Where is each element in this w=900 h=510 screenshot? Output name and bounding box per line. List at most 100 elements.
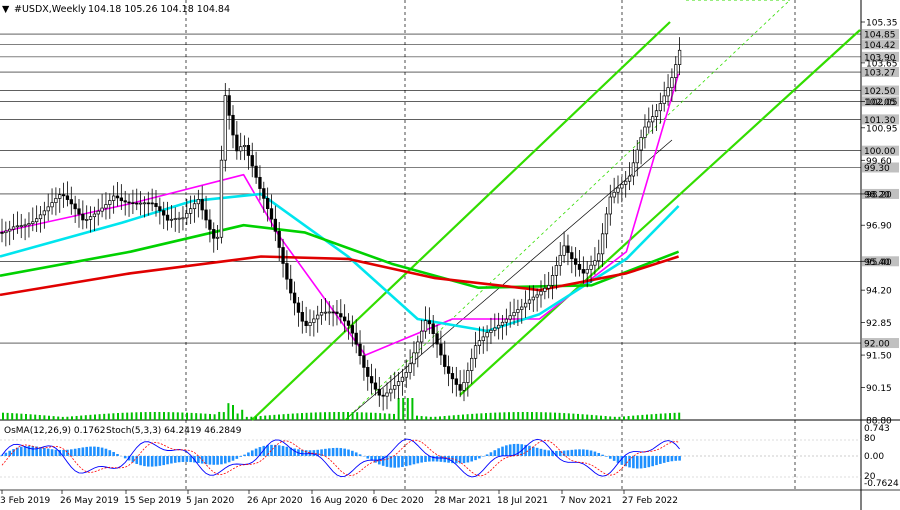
candle-body <box>369 376 374 384</box>
candle-body <box>466 370 470 383</box>
osma-bar <box>354 452 358 456</box>
osma-bar <box>70 449 73 456</box>
candle-body <box>327 311 331 314</box>
candle-body <box>281 247 285 264</box>
candle-body <box>96 210 100 215</box>
osma-bar <box>351 450 354 456</box>
candle-body <box>439 343 443 356</box>
osma-bar <box>327 448 331 456</box>
osma-bar <box>632 456 635 469</box>
osma-bar <box>281 445 285 456</box>
osma-bar <box>547 450 550 456</box>
osma-bar <box>366 456 370 459</box>
candle-body <box>585 269 589 274</box>
osma-bar <box>31 446 35 456</box>
candle-body <box>196 199 201 205</box>
candle-body <box>92 213 97 218</box>
candle-body <box>612 191 616 198</box>
candle-body <box>597 253 601 262</box>
candle-body <box>350 325 354 334</box>
osma-bar <box>239 456 242 457</box>
osma-bar <box>277 445 281 456</box>
osma-bar <box>96 446 100 456</box>
candle-body <box>127 201 131 204</box>
candle-body <box>111 195 116 201</box>
candle-body <box>450 373 455 380</box>
candle-body <box>635 149 639 164</box>
candle-body <box>573 258 578 265</box>
osma-bar <box>181 456 185 462</box>
candle-body <box>189 208 193 214</box>
candle-body <box>239 146 243 152</box>
osma-bar <box>208 456 212 465</box>
stoch-level-80: 80 <box>864 434 876 444</box>
candle-body <box>292 292 297 304</box>
osma-bar <box>73 448 77 456</box>
candle-body <box>335 311 339 314</box>
collapse-arrow-icon[interactable]: ▼ <box>2 4 10 15</box>
osma-bar <box>647 456 651 468</box>
candle-body <box>142 202 147 205</box>
candle-body <box>577 264 582 270</box>
osma-bar <box>585 449 589 456</box>
candle-body <box>446 366 451 374</box>
osma-bar <box>254 448 258 456</box>
price-tick-label: 100.95 <box>866 124 898 134</box>
candle-body <box>589 264 593 270</box>
candle-body <box>620 183 624 189</box>
candle-body <box>454 378 458 385</box>
candle-body <box>185 213 189 219</box>
candle-body <box>0 232 4 234</box>
candle-body <box>339 313 343 318</box>
osma-bar <box>250 450 254 456</box>
candle-body <box>431 323 435 335</box>
candle-body <box>169 218 174 221</box>
osma-bar <box>408 456 412 466</box>
candle-body <box>27 223 31 226</box>
candle-body <box>362 355 366 368</box>
time-label: 16 Aug 2020 <box>310 496 368 506</box>
price-level-label: 104.42 <box>864 41 896 51</box>
candle-body <box>373 382 378 390</box>
osma-bar <box>4 452 8 456</box>
osma-bar <box>651 456 654 467</box>
osma-bar <box>50 449 54 456</box>
candle-body <box>677 49 682 65</box>
osma-bar <box>220 456 223 465</box>
osma-bar <box>458 456 462 464</box>
osma-bar <box>85 446 88 456</box>
osma-bar <box>532 446 535 456</box>
candle-body <box>608 196 612 215</box>
osma-bar <box>197 456 200 463</box>
candle-body <box>219 159 224 238</box>
candle-body <box>204 209 208 221</box>
candle-body <box>46 206 50 212</box>
candle-body <box>477 340 482 347</box>
candle-body <box>77 208 81 215</box>
osma-bar <box>112 451 115 456</box>
osma-bar <box>243 454 246 456</box>
candle-body <box>535 294 539 298</box>
candle-body <box>150 202 154 205</box>
candle-body <box>38 214 43 220</box>
osma-bar <box>478 456 481 459</box>
candle-body <box>277 230 281 248</box>
candle-body <box>624 180 628 185</box>
osma-bar <box>8 450 11 456</box>
osma-bar <box>597 452 601 456</box>
candle-body <box>393 385 397 390</box>
candle-body <box>246 145 251 156</box>
candle-body <box>550 275 555 286</box>
candle-body <box>289 278 293 294</box>
osma-bar <box>116 453 119 456</box>
time-label: 26 May 2019 <box>60 496 119 506</box>
osma-bar <box>601 454 604 456</box>
time-label: 27 Feb 2022 <box>622 496 678 506</box>
candle-body <box>269 208 274 220</box>
candle-body <box>158 206 162 211</box>
candle-body <box>504 318 508 323</box>
osma-bar <box>578 449 581 456</box>
osma-bar <box>143 456 146 467</box>
osma-bar <box>643 456 647 468</box>
candle-body <box>31 221 35 224</box>
